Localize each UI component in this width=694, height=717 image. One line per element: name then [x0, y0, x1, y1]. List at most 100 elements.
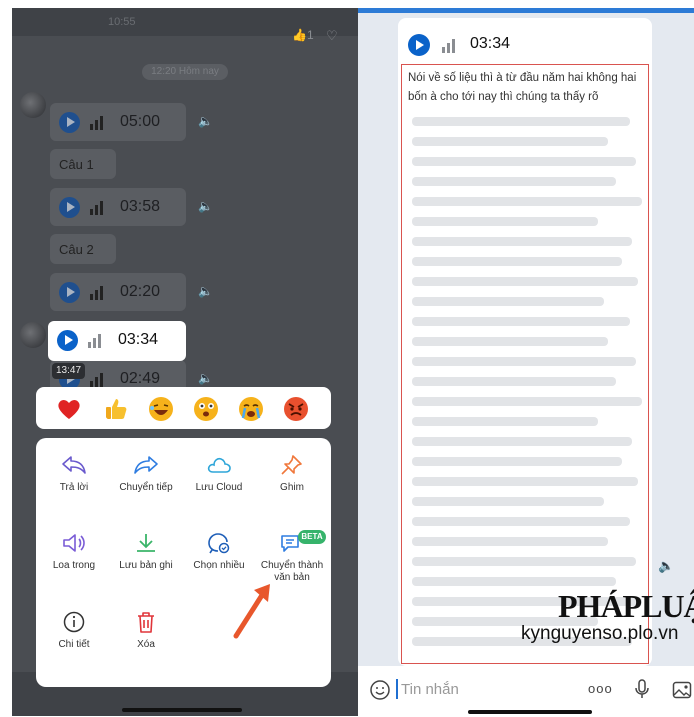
avatar[interactable]: [20, 322, 46, 348]
reaction-bar: [36, 387, 331, 429]
blurred-line: [412, 517, 630, 526]
text-caret: [396, 679, 398, 699]
waveform-icon: [88, 334, 104, 348]
menu-item-reply[interactable]: Trả lời: [38, 454, 110, 494]
blurred-line: [412, 357, 636, 366]
text-message[interactable]: Câu 1: [50, 149, 116, 179]
blurred-line: [412, 377, 616, 386]
voice-duration: 02:49: [120, 370, 161, 387]
arrow-annotation-icon: [233, 584, 270, 639]
waveform-icon: [90, 373, 106, 387]
forward-icon: [134, 456, 158, 474]
menu-item-label: Chi tiết: [58, 639, 90, 650]
text-message[interactable]: Câu 2: [50, 234, 116, 264]
blurred-line: [412, 157, 636, 166]
speaker-icon[interactable]: 🔈: [198, 114, 213, 128]
heart-emoji[interactable]: [56, 396, 82, 422]
transcript-panel: 03:34 Nói về số liệu thì à từ đầu năm ha…: [358, 8, 694, 717]
crying-emoji[interactable]: [238, 396, 264, 422]
menu-item-inner-speaker[interactable]: Loa trong: [38, 532, 110, 572]
menu-item-delete[interactable]: Xóa: [110, 611, 182, 651]
like-count-icon: 👍1: [292, 28, 314, 42]
home-indicator: [122, 708, 242, 712]
message-text: Câu 2: [59, 242, 94, 257]
menu-item-multi-select[interactable]: Chọn nhiều: [183, 532, 255, 572]
blurred-line: [412, 217, 598, 226]
menu-item-label: Xóa: [137, 639, 155, 650]
avatar[interactable]: [20, 92, 46, 118]
play-icon[interactable]: [59, 282, 80, 303]
like-count: 1: [306, 28, 314, 42]
message-context-menu: Trả lời Chuyển tiếp Lưu Cloud Ghim Loa t…: [36, 438, 331, 687]
speaker-icon[interactable]: 🔈: [198, 371, 213, 385]
message-time-badge: 13:47: [52, 363, 86, 379]
status-strip: [358, 8, 694, 13]
laugh-emoji[interactable]: [148, 396, 174, 422]
menu-item-pin[interactable]: Ghim: [256, 454, 328, 494]
watermark-logo: PHÁPLUẬT: [558, 588, 694, 624]
menu-item-save-recording[interactable]: Lưu bản ghi: [110, 532, 182, 572]
microphone-icon[interactable]: [634, 678, 650, 700]
voice-message[interactable]: 05:00: [50, 103, 186, 141]
surprised-emoji[interactable]: [193, 396, 219, 422]
voice-duration: 05:00: [120, 113, 161, 130]
voice-message[interactable]: 02:20: [50, 273, 186, 311]
watermark-site: kynguyenso.plo.vn: [521, 623, 679, 644]
trash-icon: [138, 612, 154, 633]
pin-icon: [281, 455, 302, 475]
menu-item-label: Chuyển tiếp: [119, 482, 173, 493]
blurred-line: [412, 277, 638, 286]
blurred-line: [412, 317, 630, 326]
blurred-line: [412, 397, 642, 406]
blurred-line: [412, 297, 604, 306]
more-icon[interactable]: ooo: [588, 681, 613, 696]
play-icon[interactable]: [59, 112, 80, 133]
blurred-line: [412, 177, 616, 186]
blurred-line: [412, 557, 636, 566]
blurred-line: [412, 477, 638, 486]
thumbs-up-emoji[interactable]: [103, 396, 129, 422]
blurred-line: [412, 337, 608, 346]
waveform-icon: [90, 116, 106, 130]
download-icon: [137, 534, 155, 552]
heart-outline-icon[interactable]: ♡: [326, 28, 338, 44]
voice-message[interactable]: 03:58: [50, 188, 186, 226]
speaker-icon[interactable]: 🔈: [198, 284, 213, 298]
speaker-icon: [63, 534, 85, 552]
focused-voice-message[interactable]: 03:34: [48, 321, 186, 361]
play-icon[interactable]: [57, 330, 78, 351]
transcribed-voice-message[interactable]: 03:34 Nói về số liệu thì à từ đầu năm ha…: [398, 18, 652, 666]
waveform-icon: [90, 201, 106, 215]
emoji-icon[interactable]: [369, 679, 391, 701]
beta-badge: BETA: [298, 530, 326, 544]
blurred-line: [412, 197, 642, 206]
blurred-line: [412, 137, 608, 146]
transcript-text: Nói về số liệu thì à từ đầu năm hai khôn…: [408, 72, 637, 103]
menu-item-details[interactable]: Chi tiết: [38, 611, 110, 651]
angry-emoji[interactable]: [283, 396, 309, 422]
menu-item-save-cloud[interactable]: Lưu Cloud: [183, 454, 255, 494]
date-divider: 12:20 Hôm nay: [142, 64, 228, 80]
blurred-line: [412, 117, 630, 126]
transcript-highlight-box: Nói về số liệu thì à từ đầu năm hai khôn…: [401, 64, 649, 664]
menu-item-label: Lưu bản ghi: [119, 560, 173, 571]
cloud-icon: [207, 457, 231, 473]
play-icon[interactable]: [59, 197, 80, 218]
reply-icon: [62, 456, 86, 474]
menu-item-forward[interactable]: Chuyển tiếp: [110, 454, 182, 494]
waveform-icon: [90, 286, 106, 300]
message-input[interactable]: Tin nhắn: [401, 681, 459, 698]
blurred-line: [412, 417, 598, 426]
speaker-icon[interactable]: 🔈: [658, 558, 674, 574]
voice-duration: 03:34: [118, 331, 159, 348]
blurred-line: [412, 237, 632, 246]
image-icon[interactable]: [672, 680, 692, 700]
waveform-icon: [442, 39, 458, 53]
top-message-time: 10:55: [108, 16, 136, 28]
info-icon: [63, 611, 85, 633]
blurred-line: [412, 577, 616, 586]
blurred-line: [412, 437, 632, 446]
speaker-icon[interactable]: 🔈: [198, 199, 213, 213]
menu-item-label: Lưu Cloud: [195, 482, 243, 493]
play-icon[interactable]: [408, 34, 430, 56]
